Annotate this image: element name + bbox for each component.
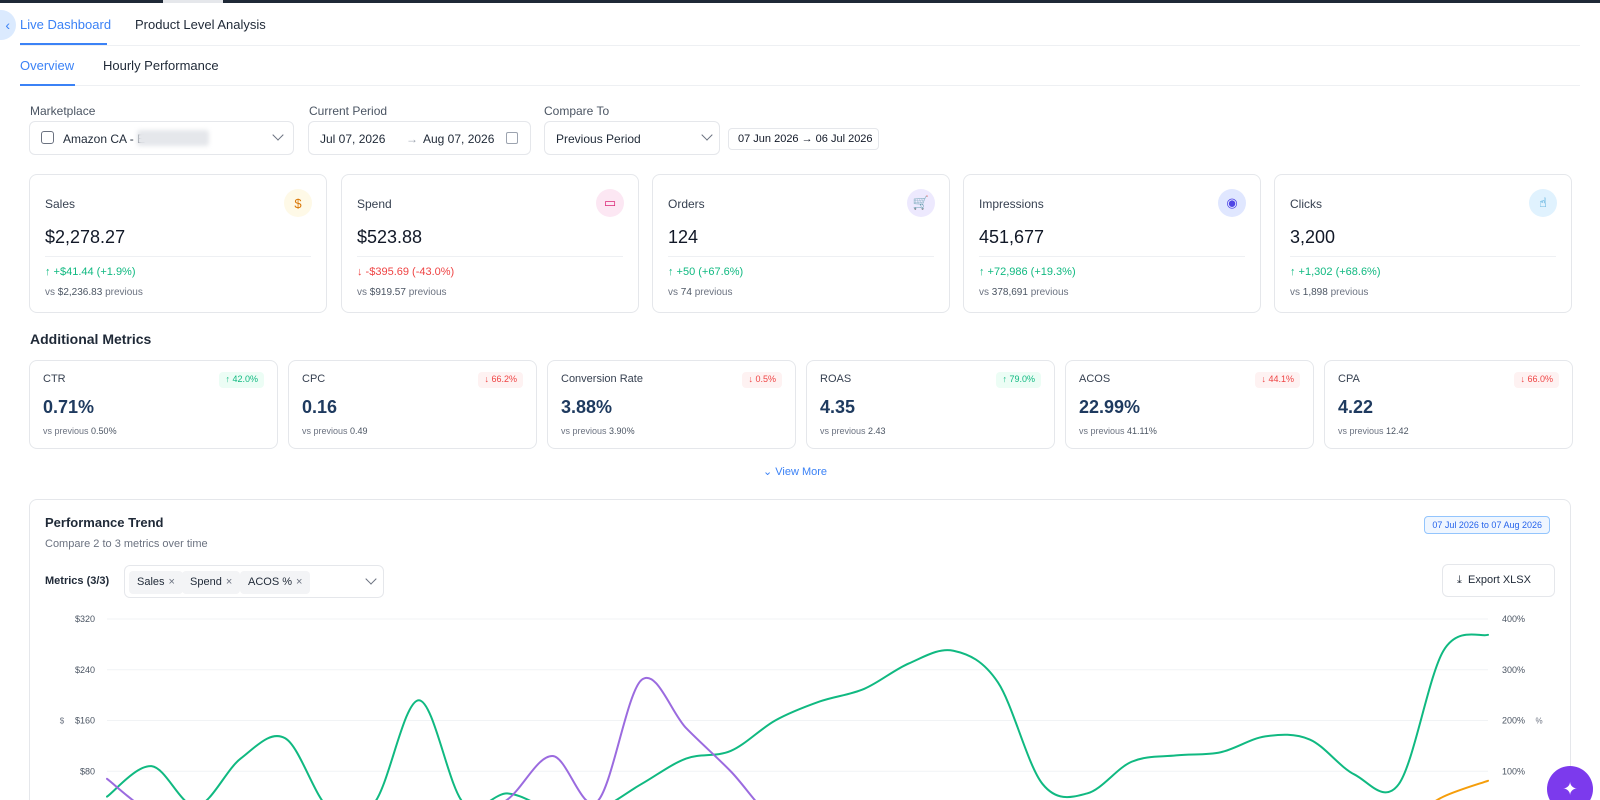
y2-axis-label: % xyxy=(1535,717,1542,726)
y-tick-label: $160 xyxy=(75,716,95,726)
series-line-sales xyxy=(106,633,1489,800)
y2-tick-label: 300% xyxy=(1502,665,1525,675)
series-line-acos- xyxy=(106,676,756,800)
y2-tick-label: 200% xyxy=(1502,716,1525,726)
sparkle-icon: ✦ xyxy=(1562,778,1578,799)
y-tick-label: $320 xyxy=(75,614,95,624)
performance-trend-chart: $80 $160 $240 $320 100% 200% 300% 400% $% xyxy=(60,614,1543,800)
y2-tick-label: 400% xyxy=(1502,614,1525,624)
y-axis-label: $ xyxy=(60,717,65,726)
y2-tick-label: 100% xyxy=(1502,766,1525,776)
series-line-spend xyxy=(1435,779,1489,800)
y-tick-label: $80 xyxy=(80,766,95,776)
y-tick-label: $240 xyxy=(75,665,95,675)
